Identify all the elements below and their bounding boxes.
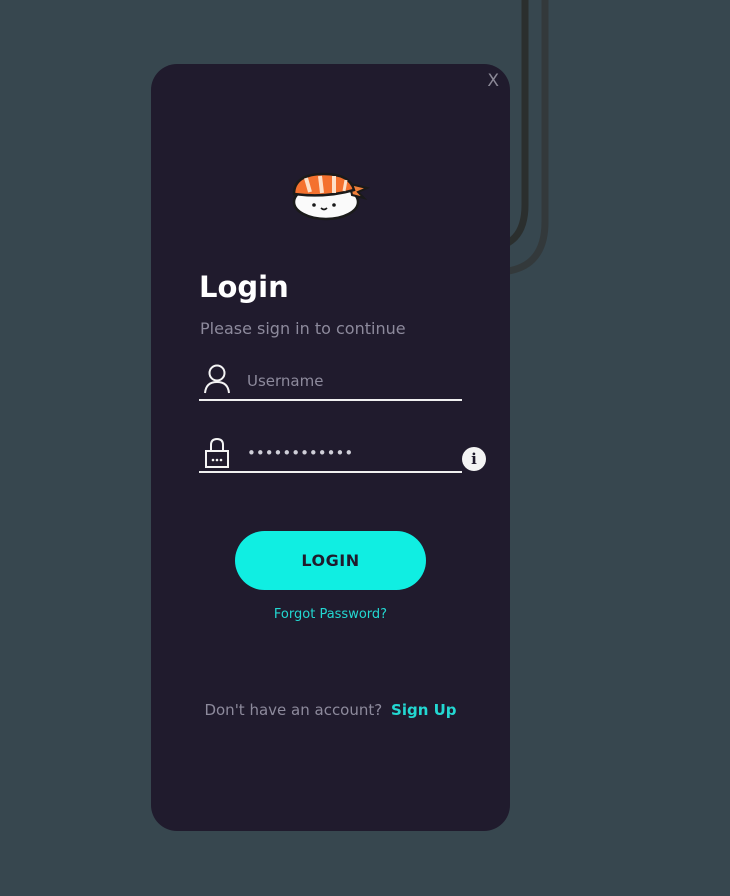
- login-button[interactable]: LOGIN: [235, 531, 426, 590]
- password-input[interactable]: [247, 441, 457, 465]
- page-title: Login: [199, 270, 289, 304]
- login-dialog: X Login Please sign in to continue Usern…: [151, 64, 510, 831]
- username-input[interactable]: [247, 369, 457, 393]
- password-field: [199, 435, 462, 473]
- info-icon[interactable]: i: [462, 447, 486, 471]
- close-button[interactable]: X: [487, 73, 499, 90]
- forgot-password-link[interactable]: Forgot Password?: [151, 607, 510, 622]
- signup-prompt: Don't have an account?: [204, 701, 383, 719]
- page-subtitle: Please sign in to continue: [200, 319, 406, 338]
- sushi-logo-icon: [292, 172, 370, 221]
- signup-link[interactable]: Sign Up: [391, 701, 457, 719]
- username-field: [199, 363, 462, 401]
- lock-icon: [205, 437, 229, 468]
- user-icon: [204, 364, 230, 394]
- signup-row: Don't have an account? Sign Up: [151, 701, 510, 719]
